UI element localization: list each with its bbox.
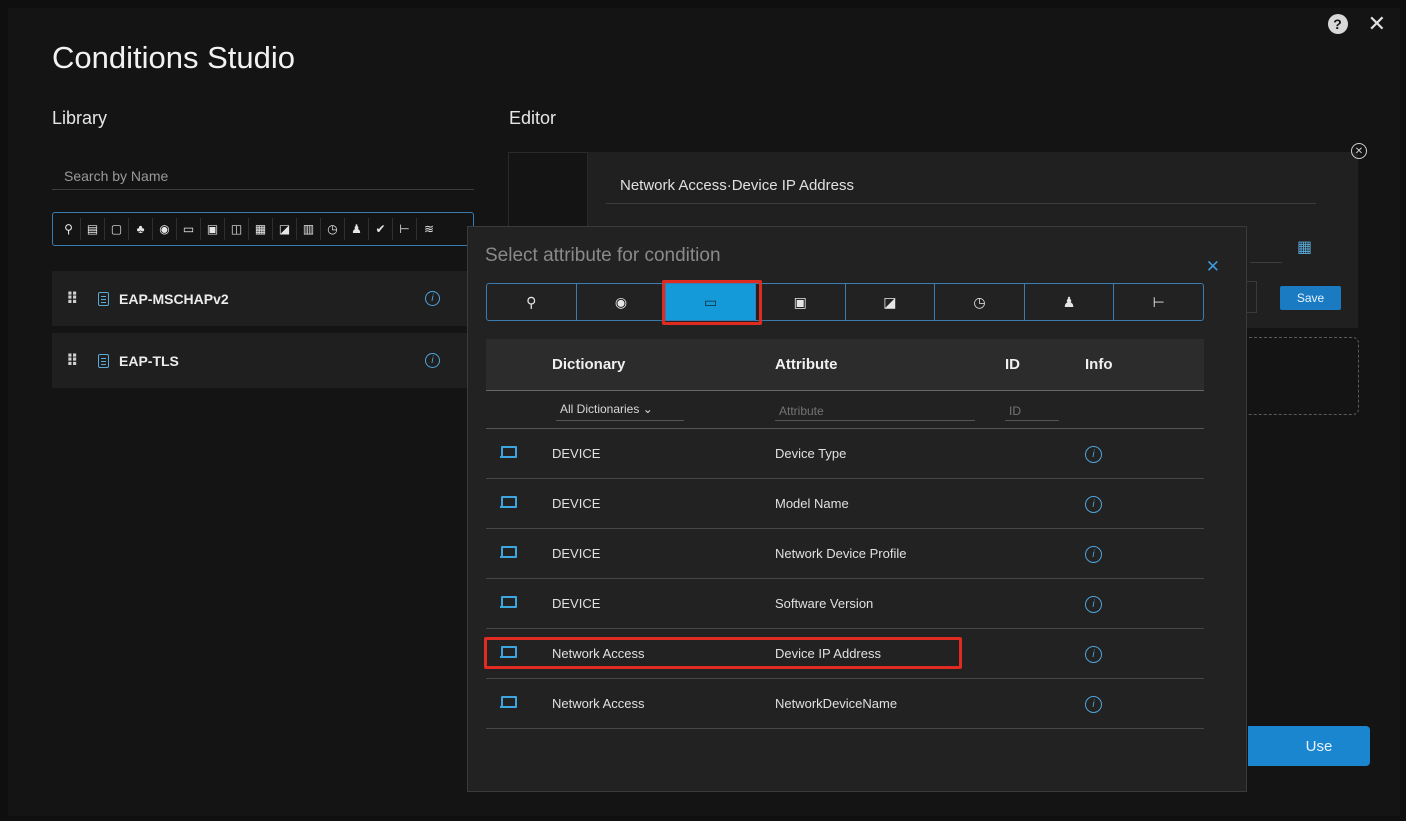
editor-attribute-field[interactable]: Network Access·Device IP Address [606,168,1316,204]
row-attribute: Device Type [775,446,847,461]
row-attribute: Device IP Address [775,646,881,661]
row-dictionary: DEVICE [552,496,601,511]
library-filter-toolbar: ⚲ ▤ ▢ ♣ ◉ ▭ ▣ ◫ ▦ ◪ ▥ ◷ ♟ ✔ ⊢ ≋ [52,212,474,246]
edit-icon[interactable]: ◪ [273,218,297,240]
wifi-icon[interactable]: ≋ [417,218,441,240]
window-controls: ? ✕ [1327,13,1386,35]
check-icon[interactable]: ✔ [369,218,393,240]
tab-user-icon[interactable]: ♟ [1025,284,1115,320]
monitor-icon[interactable]: ▭ [177,218,201,240]
close-icon[interactable]: ✕ [1206,257,1220,277]
clock-icon[interactable]: ◷ [321,218,345,240]
device-icon [500,695,517,709]
info-icon[interactable]: i [1085,545,1102,563]
device-icon [500,495,517,509]
location-icon[interactable]: ⚲ [57,218,81,240]
library-label: Library [52,108,108,128]
library-item-label: EAP-TLS [119,352,179,369]
device-icon [500,445,517,459]
info-icon[interactable]: i [1085,595,1102,613]
editor-label: Editor [509,108,557,128]
column-header-attribute[interactable]: Attribute [775,356,1005,373]
group-icon[interactable]: ♣ [129,218,153,240]
document-icon [98,353,109,368]
editor-value-field[interactable] [1250,262,1282,263]
column-header-dictionary[interactable]: Dictionary [552,356,775,373]
globe-icon[interactable]: ◉ [153,218,177,240]
library-item[interactable]: ⠿ EAP-TLS i [52,333,474,388]
use-button[interactable]: Use [1248,726,1370,766]
tab-card-icon[interactable]: ▣ [756,284,846,320]
drop-zone[interactable] [1244,337,1359,415]
save-button[interactable]: Save [1280,286,1341,310]
tab-clock-icon[interactable]: ◷ [935,284,1025,320]
row-dictionary: DEVICE [552,446,601,461]
attribute-category-tabs: ⚲ ◉ ▭ ▣ ◪ ◷ ♟ ⊢ [486,283,1204,321]
grid-icon[interactable]: ▦ [1297,237,1312,257]
info-icon[interactable]: i [1085,645,1102,663]
close-icon[interactable]: ✕ [1368,13,1386,35]
page-title: Conditions Studio [52,40,295,75]
row-dictionary: DEVICE [552,546,601,561]
tab-globe-icon[interactable]: ◉ [577,284,667,320]
tab-location-icon[interactable]: ⚲ [487,284,577,320]
editor-clear-icon[interactable]: ✕ [1351,143,1367,159]
column-header-info: Info [1085,356,1113,373]
square-icon[interactable]: ▢ [105,218,129,240]
attribute-table: Dictionary Attribute ID Info All Diction… [486,339,1204,729]
device-icon [500,595,517,609]
attribute-filter-input[interactable] [775,398,975,421]
tab-hierarchy-icon[interactable]: ⊢ [1114,284,1203,320]
table-row[interactable]: DEVICE Device Type i [486,429,1204,479]
select-attribute-dialog: Select attribute for condition ✕ ⚲ ◉ ▭ ▣… [467,226,1247,792]
column-header-id[interactable]: ID [1005,356,1085,373]
info-icon[interactable]: i [425,353,440,368]
screen-icon[interactable]: ▦ [249,218,273,240]
card-icon[interactable]: ▤ [81,218,105,240]
editor-operator-field[interactable] [1247,281,1257,313]
building-icon[interactable]: ▥ [297,218,321,240]
document-icon [98,291,109,306]
user-icon[interactable]: ♟ [345,218,369,240]
table-row[interactable]: Network Access NetworkDeviceName i [486,679,1204,729]
dialog-title: Select attribute for condition [485,245,721,266]
table-row[interactable]: DEVICE Software Version i [486,579,1204,629]
tab-edit-icon[interactable]: ◪ [846,284,936,320]
help-icon[interactable]: ? [1327,14,1348,34]
network-icon[interactable]: ◫ [225,218,249,240]
info-icon[interactable]: i [1085,495,1102,513]
row-attribute: NetworkDeviceName [775,696,898,711]
drag-handle-icon[interactable]: ⠿ [66,289,86,309]
row-attribute: Software Version [775,596,874,611]
tab-monitor-icon[interactable]: ▭ [666,284,756,320]
library-item[interactable]: ⠿ EAP-MSCHAPv2 i [52,271,474,326]
row-dictionary: DEVICE [552,596,601,611]
device-icon [500,545,517,559]
library-search-input[interactable] [52,150,474,190]
table-filters: All Dictionaries ⌄ [486,391,1204,429]
row-dictionary: Network Access [552,646,645,661]
drag-handle-icon[interactable]: ⠿ [66,351,86,371]
dictionary-filter-select[interactable]: All Dictionaries ⌄ [556,399,684,421]
library-item-label: EAP-MSCHAPv2 [119,290,229,307]
table-row[interactable]: Network Access Device IP Address i [486,629,1204,679]
device-icon [500,645,517,659]
hierarchy-icon[interactable]: ⊢ [393,218,417,240]
row-attribute: Network Device Profile [775,546,907,561]
row-attribute: Model Name [775,496,849,511]
info-icon[interactable]: i [1085,695,1102,713]
table-header: Dictionary Attribute ID Info [486,339,1204,391]
id-filter-input[interactable] [1005,398,1059,421]
chevron-down-icon: ⌄ [642,401,653,416]
table-row[interactable]: DEVICE Model Name i [486,479,1204,529]
info-icon[interactable]: i [425,291,440,306]
display-icon[interactable]: ▣ [201,218,225,240]
row-dictionary: Network Access [552,696,645,711]
table-row[interactable]: DEVICE Network Device Profile i [486,529,1204,579]
info-icon[interactable]: i [1085,445,1102,463]
